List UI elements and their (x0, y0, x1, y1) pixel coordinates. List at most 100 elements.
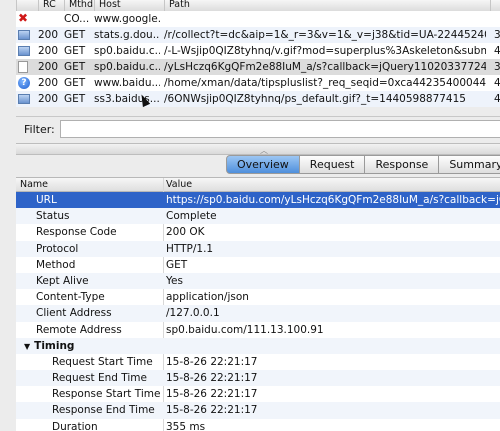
row-value: https://sp0.baidu.com/yLsHczq6KgQFm2e88I… (166, 194, 500, 206)
col-rc[interactable]: RC (38, 0, 66, 11)
row-name: Protocol (36, 242, 79, 255)
overview-row-kept-alive[interactable]: Kept Alive Yes (16, 272, 500, 290)
request-path: /6ONWsjip0QIZ8tyhnq/ps_default.gif?_t=14… (164, 93, 466, 105)
request-size: 4 (494, 93, 500, 105)
row-name: Remote Address (36, 323, 122, 336)
overview-rows: URL https://sp0.baidu.com/yLsHczq6KgQFm2… (16, 192, 500, 431)
row-name: Kept Alive (36, 274, 89, 287)
request-path: /home/xman/data/tipspluslist?_req_seqid=… (164, 77, 486, 89)
disclosure-triangle-icon[interactable]: ▼ (24, 339, 30, 355)
image-icon (18, 43, 34, 59)
timing-section-header[interactable]: ▼ Timing (16, 337, 500, 355)
split-divider[interactable]: ︿ (16, 143, 500, 155)
timing-label: ▼ Timing (16, 338, 169, 355)
request-row[interactable]: ? 200 GET www.baidu.... /home/xman/data/… (16, 75, 500, 91)
overview-row-protocol[interactable]: Protocol HTTP/1.1 (16, 240, 500, 257)
row-value: GET (166, 258, 188, 271)
tab-request[interactable]: Request (299, 155, 366, 174)
timing-row-response-start[interactable]: Response Start Time 15-8-26 22:21:17 (16, 386, 500, 402)
row-name: Response Code (36, 226, 117, 239)
col-name[interactable]: Name (16, 178, 48, 191)
request-rc: 200 (38, 29, 59, 41)
question-icon: ? (18, 75, 34, 91)
request-method: CO... (64, 13, 90, 25)
request-row[interactable]: 200 GET sp0.baidu.c... /-L-Wsjip0QIZ8tyh… (16, 43, 500, 59)
request-row[interactable]: ✖ CO... www.google... (16, 11, 500, 27)
request-host: www.google... (94, 13, 160, 25)
timing-row-request-end[interactable]: Request End Time 15-8-26 22:21:17 (16, 370, 500, 387)
request-method: GET (64, 93, 86, 105)
request-host: sp0.baidu.c... (94, 61, 160, 73)
row-value: 15-8-26 22:21:17 (166, 355, 258, 368)
timing-row-request-start[interactable]: Request Start Time 15-8-26 22:21:17 (16, 354, 500, 370)
row-value: HTTP/1.1 (166, 242, 214, 255)
col-host[interactable]: Host (94, 0, 164, 11)
request-row-selected[interactable]: 200 GET sp0.baidu.c... /yLsHczq6KgQFm2e8… (16, 59, 500, 75)
filter-bar: Filter: (16, 116, 500, 143)
timing-row-duration[interactable]: Duration 355 ms (16, 419, 500, 431)
tab-overview[interactable]: Overview (226, 155, 300, 174)
filter-label: Filter: (24, 123, 55, 136)
row-value: 200 OK (166, 226, 205, 239)
overview-row-client-address[interactable]: Client Address /127.0.0.1 (16, 305, 500, 322)
image-icon (18, 91, 34, 107)
request-size: 3 (494, 29, 500, 41)
error-x-icon: ✖ (18, 11, 29, 25)
request-method: GET (64, 77, 86, 89)
col-path[interactable]: Path (164, 0, 490, 11)
row-name: URL (36, 194, 57, 206)
col-size[interactable] (490, 0, 500, 11)
row-name: Method (36, 258, 76, 271)
row-value: /127.0.0.1 (166, 307, 220, 320)
row-name: Content-Type (36, 291, 105, 304)
row-name: Client Address (36, 307, 112, 320)
overview-row-status[interactable]: Status Complete (16, 208, 500, 225)
row-value: application/json (166, 291, 249, 304)
row-value: Complete (166, 210, 217, 223)
detail-tabs: Overview Request Response Summary C (226, 155, 500, 174)
request-method: GET (64, 61, 86, 73)
overview-row-content-type[interactable]: Content-Type application/json (16, 289, 500, 305)
filter-input[interactable] (60, 120, 500, 138)
image-icon (18, 27, 34, 43)
overview-table-header: Name Value (16, 178, 500, 192)
request-path: /-L-Wsjip0QIZ8tyhnq/v.gif?mod=superplus%… (164, 45, 486, 57)
overview-table: Name Value URL https://sp0.baidu.com/yLs… (16, 177, 500, 431)
row-name: Status (36, 210, 70, 223)
overview-row-url[interactable]: URL https://sp0.baidu.com/yLsHczq6KgQFm2… (16, 192, 500, 209)
request-size: 3 (494, 61, 500, 73)
overview-row-response-code[interactable]: Response Code 200 OK (16, 224, 500, 240)
row-value: 15-8-26 22:21:17 (166, 372, 258, 385)
tab-response[interactable]: Response (365, 155, 440, 174)
request-rc: 200 (38, 45, 59, 57)
request-size: 4 (494, 77, 500, 89)
request-method: GET (64, 29, 86, 41)
row-value: Yes (166, 274, 183, 287)
row-value: 15-8-26 22:21:17 (166, 388, 258, 401)
request-host: ss3.baidus... (94, 93, 160, 105)
request-host: stats.g.dou... (94, 29, 160, 41)
timing-row-response-end[interactable]: Response End Time 15-8-26 22:21:17 (16, 402, 500, 419)
tab-summary[interactable]: Summary (439, 155, 500, 174)
row-value: sp0.baidu.com/111.13.100.91 (166, 323, 324, 336)
row-value: 15-8-26 22:21:17 (166, 404, 258, 417)
col-value[interactable]: Value (162, 178, 192, 191)
request-method: GET (64, 45, 86, 57)
request-path: /r/collect?t=dc&aip=1&_r=3&v=1&_v=j38&ti… (164, 29, 486, 41)
timing-title: Timing (34, 339, 75, 352)
request-rc: 200 (38, 77, 59, 89)
request-host: www.baidu.... (94, 77, 160, 89)
request-rc: 200 (38, 61, 59, 73)
overview-row-remote-address[interactable]: Remote Address sp0.baidu.com/111.13.100.… (16, 322, 500, 338)
document-icon (18, 59, 34, 75)
request-path: /yLsHczq6KgQFm2e88IuM_a/s?callback=jQuer… (164, 61, 486, 73)
col-icon[interactable] (16, 0, 38, 11)
request-row[interactable]: 200 GET ss3.baidus... /6ONWsjip0QIZ8tyhn… (16, 91, 500, 107)
row-value: 355 ms (166, 420, 206, 431)
request-row[interactable]: 200 GET stats.g.dou... /r/collect?t=dc&a… (16, 27, 500, 43)
request-rc: 200 (38, 93, 59, 105)
request-host: sp0.baidu.c... (94, 45, 160, 57)
col-mthd[interactable]: Mthd (64, 0, 94, 11)
request-list: ✖ CO... www.google... 200 GET stats.g.do… (16, 11, 500, 107)
overview-row-method[interactable]: Method GET (16, 257, 500, 273)
